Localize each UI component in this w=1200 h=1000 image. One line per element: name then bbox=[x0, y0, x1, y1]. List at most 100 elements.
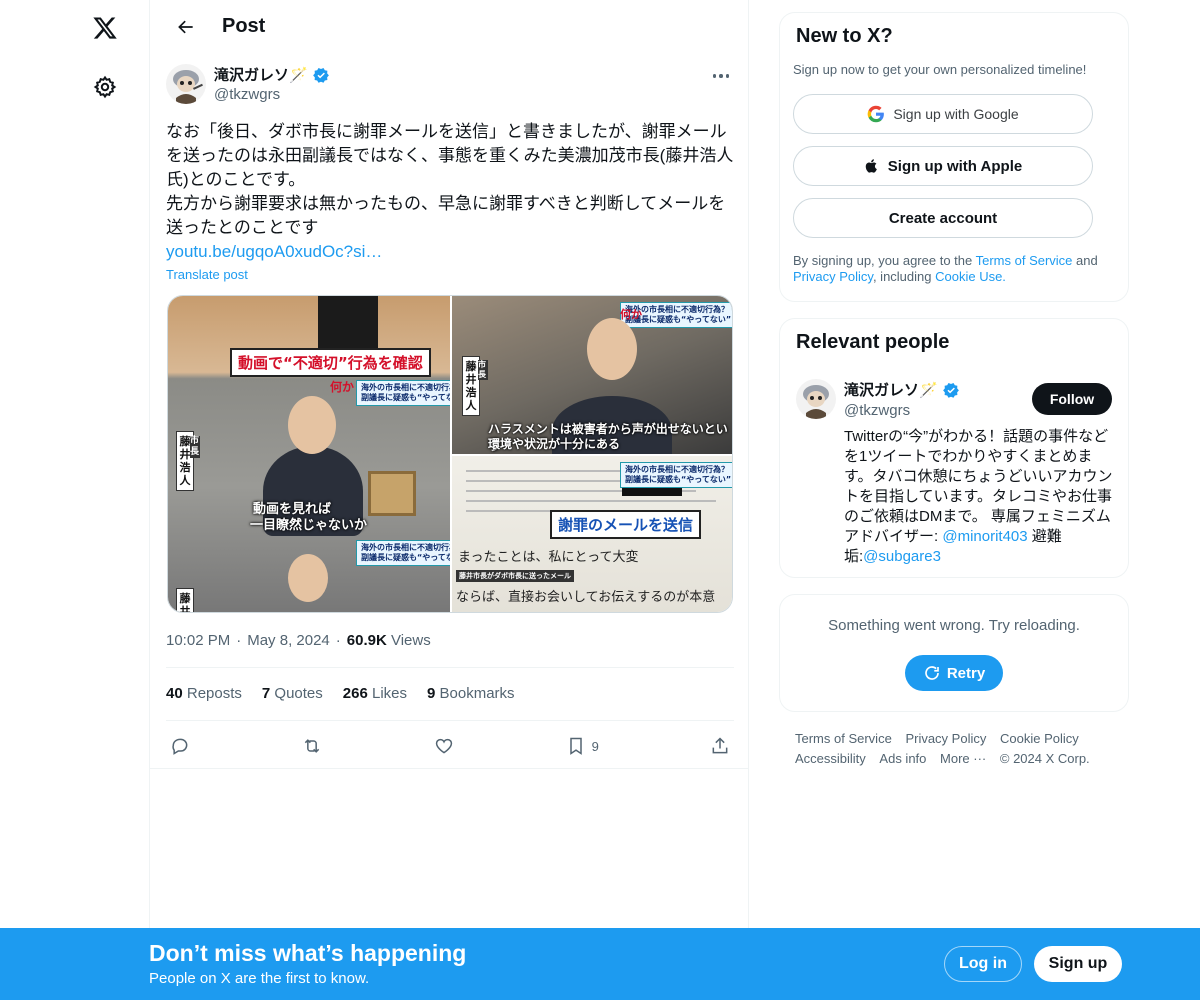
google-icon bbox=[868, 105, 885, 123]
relevant-title: Relevant people bbox=[796, 331, 950, 353]
more-options-icon[interactable] bbox=[706, 66, 736, 86]
footer-more-button[interactable]: More ··· bbox=[940, 749, 986, 769]
create-account-label: Create account bbox=[888, 209, 998, 227]
google-signup-button[interactable]: Sign up with Google bbox=[793, 94, 1093, 134]
reply-icon bbox=[172, 738, 188, 755]
apple-signup-button[interactable]: Sign up with Apple bbox=[793, 146, 1093, 186]
author-handle[interactable]: @tkzwgrs bbox=[214, 86, 280, 103]
author-name-text: 滝沢ガレソ🪄 bbox=[214, 67, 308, 84]
post-meta: 10:02 PM · May 8, 2024 · 60.9K Views bbox=[166, 632, 431, 649]
gear-icon[interactable] bbox=[80, 62, 130, 112]
post-link[interactable]: youtu.be/ugqoA0xudOc?si… bbox=[166, 240, 382, 264]
signup-subtitle: Sign up now to get your own personalized… bbox=[793, 62, 1087, 77]
verified-badge-icon bbox=[312, 67, 329, 83]
share-button[interactable] bbox=[710, 736, 730, 756]
error-message: Something went wrong. Try reloading. bbox=[828, 617, 1080, 634]
media-caption: 海外の市長相に不適切行為？ 副議長に疑惑も“やってない” bbox=[620, 462, 732, 488]
create-account-button[interactable]: Create account bbox=[793, 198, 1093, 238]
signup-card: New to X? Sign up now to get your own pe… bbox=[779, 12, 1129, 302]
page-title: Post bbox=[222, 15, 266, 37]
signup-title: New to X? bbox=[796, 25, 893, 47]
media-grid: 動画で“不適切”行為を確認 海外の市長相に不適切行為？ 副議長に疑惑も“やってな… bbox=[167, 295, 733, 613]
bottom-signup-bar: Don’t miss what’s happening People on X … bbox=[0, 928, 1200, 1000]
media-caption: 一目瞭然じゃないか bbox=[250, 518, 368, 533]
media-caption: 環境や状況が十分にある bbox=[488, 437, 621, 451]
login-button[interactable]: Log in bbox=[944, 946, 1022, 982]
follow-button[interactable]: Follow bbox=[1032, 383, 1112, 415]
translate-post-link[interactable]: Translate post bbox=[166, 267, 248, 282]
divider bbox=[166, 667, 734, 668]
bottom-bar-title: Don’t miss what’s happening bbox=[149, 940, 467, 966]
media-image-2[interactable]: 海外の市長相に不適切行為？ 副議長に疑惑も“やってない” 何か 藤井浩人 市長 … bbox=[452, 296, 732, 454]
bookmark-button[interactable]: 9 bbox=[566, 736, 599, 756]
back-arrow-icon[interactable] bbox=[160, 9, 212, 45]
media-caption: 何か bbox=[620, 308, 642, 321]
relevant-handle[interactable]: @tkzwgrs bbox=[844, 402, 910, 419]
quotes-stat[interactable]: 7 Quotes bbox=[262, 685, 323, 702]
footer-link[interactable]: Accessibility bbox=[795, 749, 866, 769]
media-caption: 海外の市長相に不適切行為？ 副議長に疑惑も“やってない” bbox=[356, 540, 450, 566]
signup-button[interactable]: Sign up bbox=[1034, 946, 1122, 982]
avatar[interactable] bbox=[166, 64, 206, 104]
error-card: Something went wrong. Try reloading. Ret… bbox=[779, 594, 1129, 712]
media-caption: 藤井市長がダボ市長に送ったメール bbox=[456, 570, 574, 582]
reposts-stat[interactable]: 40 Reposts bbox=[166, 685, 242, 702]
bookmark-count: 9 bbox=[591, 738, 599, 754]
google-signup-label: Sign up with Google bbox=[893, 106, 1019, 122]
media-caption: ならば、直接お会いしてお伝えするのが本意 bbox=[456, 590, 716, 605]
post-time[interactable]: 10:02 PM bbox=[166, 632, 230, 649]
likes-stat[interactable]: 266 Likes bbox=[343, 685, 407, 702]
views-label: Views bbox=[390, 632, 431, 649]
footer-link[interactable]: Ads info bbox=[879, 749, 926, 769]
bottom-bar-subtitle: People on X are the first to know. bbox=[149, 970, 370, 987]
action-bar: 9 bbox=[166, 730, 734, 762]
author-name[interactable]: 滝沢ガレソ🪄 bbox=[214, 64, 330, 85]
post-text: なお「後日、ダボ市長に謝罪メールを送信」と書きましたが、謝罪メールを送ったのは永… bbox=[166, 122, 734, 237]
media-caption: まったことは、私にとって大変 bbox=[458, 550, 639, 565]
apple-signup-label: Sign up with Apple bbox=[887, 157, 1023, 175]
like-button[interactable] bbox=[434, 736, 454, 756]
main-column: Post 滝沢ガレソ🪄 @tkzwgrs なお「後日、ダボ市長に謝罪メールを送信… bbox=[149, 0, 749, 1000]
signup-legal: By signing up, you agree to the Terms of… bbox=[793, 253, 1098, 284]
share-icon bbox=[712, 737, 728, 754]
post-stats: 40 Reposts 7 Quotes 266 Likes 9 Bookmark… bbox=[166, 685, 515, 702]
bio-link[interactable]: @subgare3 bbox=[863, 548, 941, 565]
relevant-bio: Twitterの“今”がわかる！話題の事件などを1ツイートでわかりやすくまとめま… bbox=[844, 428, 1113, 565]
x-logo-icon[interactable] bbox=[80, 3, 130, 53]
media-caption: 海外の市長相に不適切行為？ 副議長に疑惑も“やってない” bbox=[356, 380, 450, 406]
media-caption: 謝罪のメールを送信 bbox=[550, 510, 702, 539]
heart-icon bbox=[436, 738, 453, 754]
relevant-people-card: Relevant people 滝沢ガレソ🪄 @tkzwgrs Follow T… bbox=[779, 318, 1129, 578]
media-caption: 藤井 bbox=[176, 588, 194, 612]
reply-button[interactable] bbox=[170, 736, 190, 756]
author-row: 滝沢ガレソ🪄 @tkzwgrs bbox=[166, 60, 736, 108]
refresh-icon bbox=[925, 666, 939, 680]
footer-links: Terms of Service Privacy Policy Cookie P… bbox=[795, 729, 1115, 769]
bookmarks-stat[interactable]: 9 Bookmarks bbox=[427, 685, 515, 702]
divider bbox=[150, 768, 748, 769]
post-date[interactable]: May 8, 2024 bbox=[247, 632, 330, 649]
footer-link[interactable]: Privacy Policy bbox=[905, 729, 986, 749]
verified-badge-icon bbox=[942, 382, 959, 398]
repost-icon bbox=[304, 739, 320, 753]
repost-button[interactable] bbox=[301, 736, 323, 756]
privacy-link[interactable]: Privacy Policy bbox=[793, 269, 873, 284]
bio-link[interactable]: @minorit403 bbox=[942, 528, 1027, 545]
views-count: 60.9K bbox=[346, 632, 387, 649]
media-caption: 何か bbox=[330, 380, 355, 394]
avatar[interactable] bbox=[796, 379, 836, 419]
copyright: © 2024 X Corp. bbox=[999, 751, 1090, 766]
footer-link[interactable]: Cookie Policy bbox=[1000, 729, 1079, 749]
media-caption: 動画で“不適切”行為を確認 bbox=[230, 348, 431, 377]
media-image-3[interactable]: 海外の市長相に不適切行為？ 副議長に疑惑も“やってない” 謝罪のメールを送信 ま… bbox=[452, 456, 732, 612]
left-nav bbox=[0, 0, 150, 1000]
footer-link[interactable]: Terms of Service bbox=[795, 729, 892, 749]
cookie-link[interactable]: Cookie Use. bbox=[935, 269, 1006, 284]
retry-button[interactable]: Retry bbox=[905, 655, 1003, 691]
tos-link[interactable]: Terms of Service bbox=[976, 253, 1073, 268]
media-image-1[interactable]: 動画で“不適切”行為を確認 海外の市長相に不適切行為？ 副議長に疑惑も“やってな… bbox=[168, 296, 450, 612]
media-caption: 市長 bbox=[478, 360, 488, 380]
relevant-name[interactable]: 滝沢ガレソ🪄 bbox=[844, 379, 960, 400]
post-header: Post bbox=[150, 0, 748, 53]
media-caption: 市長 bbox=[190, 436, 200, 458]
